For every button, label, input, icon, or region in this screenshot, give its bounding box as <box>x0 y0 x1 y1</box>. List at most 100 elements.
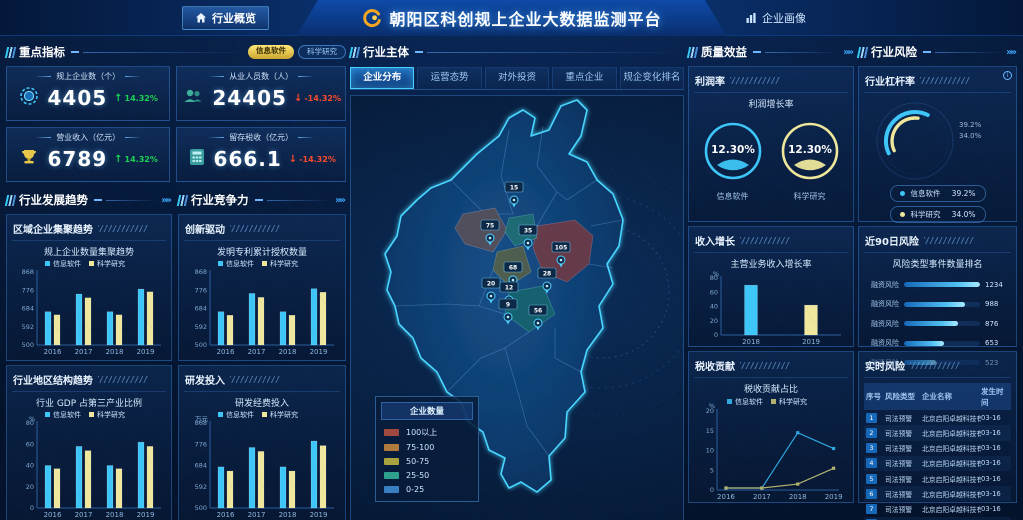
chart-title: 利润增长率 <box>694 97 848 110</box>
gauge-label: 信息软件 <box>702 191 764 202</box>
section-bars-icon <box>5 195 16 206</box>
stat-label: 从业人员数（人） <box>181 71 341 82</box>
svg-text:684: 684 <box>195 462 207 470</box>
company-name: 北京启阳卓越科技有限公司 <box>922 443 981 453</box>
stat-card[interactable]: 从业人员数（人）24405↓-14.32% <box>176 66 346 121</box>
risk-count: 876 <box>985 320 1009 328</box>
legend-label: 100以上 <box>406 427 437 438</box>
quality-column: 质量效益 »» 利润率 利润增长率 12.30%信息软件12.30%科学研究 收… <box>688 42 854 503</box>
info-icon[interactable]: i <box>1003 71 1012 80</box>
trend-competitiveness-row: 行业发展趋势 »» 区域企业集聚趋势 规上企业数量集聚趋势 信息软件科学研究50… <box>6 190 346 520</box>
section-bars-icon <box>857 47 868 58</box>
svg-text:信息软件: 信息软件 <box>53 410 81 419</box>
card-header: 行业杠杆率 <box>864 71 1011 93</box>
risk-type: 司法预警 <box>885 428 922 438</box>
company-name: 北京启阳卓越科技有限公司 <box>922 489 981 499</box>
svg-text:56: 56 <box>534 308 542 315</box>
table-row[interactable]: 1司法预警北京启阳卓越科技有限公司03-16 <box>864 410 1011 425</box>
legend-swatch <box>384 444 399 451</box>
hatch-decoration <box>730 77 780 84</box>
table-row[interactable]: 6司法预警北京启阳卓越科技有限公司03-16 <box>864 486 1011 501</box>
risk-type: 司法预警 <box>885 474 922 484</box>
title-line <box>935 52 1002 53</box>
svg-text:2016: 2016 <box>717 493 735 501</box>
subject-tabs: 企业分布运营态势对外投资重点企业规企变化排名 <box>350 67 684 90</box>
occur-time: 03-16 <box>981 490 1009 498</box>
company-name: 北京启阳卓越科技有限公司 <box>922 504 981 514</box>
svg-text:2019: 2019 <box>137 348 155 356</box>
more-chevrons-icon[interactable]: »» <box>1006 47 1017 58</box>
risk90-card: 近90日风险 风险类型事件数量排名 融资风险1234融资风险988融资风险876… <box>858 226 1017 347</box>
occur-time: 03-16 <box>981 429 1009 437</box>
tab-企业分布[interactable]: 企业分布 <box>350 67 414 89</box>
region-structure-card: 行业地区结构趋势 行业 GDP 占第三产业比例 信息软件科学研究02040608… <box>6 365 172 520</box>
svg-text:684: 684 <box>195 305 207 313</box>
svg-text:20: 20 <box>26 483 34 491</box>
card-name: 实时风险 <box>865 358 905 373</box>
legend-value: 34.0% <box>952 210 976 219</box>
svg-text:信息软件: 信息软件 <box>226 259 254 268</box>
filter-tag-active[interactable]: 信息软件 <box>248 45 294 59</box>
home-icon <box>195 12 207 24</box>
svg-text:2019: 2019 <box>802 338 820 346</box>
profit-gauge-信息软件: 12.30%信息软件 <box>702 120 764 202</box>
title-dash <box>71 51 79 53</box>
gauge-label: 科学研究 <box>779 191 841 202</box>
table-row[interactable]: 7司法预警北京启阳卓越科技有限公司03-16 <box>864 501 1011 516</box>
svg-text:0: 0 <box>30 504 34 512</box>
svg-text:科学研究: 科学研究 <box>97 410 125 419</box>
card-header: 利润率 <box>694 71 848 93</box>
svg-text:0: 0 <box>714 331 718 339</box>
trend-down-indicator: ↓-14.32% <box>289 154 336 165</box>
svg-text:2018: 2018 <box>279 511 297 519</box>
section-bars-icon <box>177 195 188 206</box>
company-name: 北京启阳卓越科技有限公司 <box>922 413 981 423</box>
risk-title: 行业风险 <box>871 44 917 60</box>
svg-text:科学研究: 科学研究 <box>270 259 298 268</box>
card-name: 行业杠杆率 <box>865 73 915 88</box>
income-growth-card: 收入增长 主营业务收入增长率 020406080%20182019 <box>688 226 854 347</box>
more-chevrons-icon[interactable]: »» <box>335 195 346 206</box>
table-row[interactable]: 5司法预警北京启阳卓越科技有限公司03-16 <box>864 471 1011 486</box>
card-name: 创新驱动 <box>185 221 225 236</box>
leverage-card: 行业杠杆率 i 39.2%34.0% 信息软件39.2%科学研究34.0% <box>858 66 1017 222</box>
card-header: 行业地区结构趋势 <box>12 370 166 392</box>
nav-enterprise-portrait[interactable]: 企业画像 <box>733 6 818 30</box>
svg-text:2017: 2017 <box>753 493 771 501</box>
table-row[interactable]: 4司法预警北京启阳卓越科技有限公司03-16 <box>864 456 1011 471</box>
hatch-decoration <box>98 225 148 232</box>
company-name: 北京启阳卓越科技有限公司 <box>922 428 981 438</box>
map-legend-title: 企业数量 <box>381 402 473 420</box>
more-chevrons-icon[interactable]: »» <box>843 47 854 58</box>
svg-text:12.30%: 12.30% <box>788 144 832 156</box>
legend-item: 100以上 <box>381 424 473 440</box>
table-row[interactable]: 2司法预警北京启阳卓越科技有限公司03-16 <box>864 425 1011 440</box>
filter-tag-inactive[interactable]: 科学研究 <box>298 45 346 59</box>
stat-card[interactable]: 营业收入（亿元）6789↑14.32% <box>6 127 170 182</box>
hatch-decoration <box>910 362 960 369</box>
svg-text:15: 15 <box>706 427 714 435</box>
company-name: 北京启阳卓越科技有限公司 <box>922 474 981 484</box>
risk-rank-row: 融资风险876 <box>866 319 1009 329</box>
legend-name: 信息软件 <box>911 188 946 199</box>
card-name: 税收贡献 <box>695 358 735 373</box>
gdp-share-chart: 信息软件科学研究020406080%2016201720182019 <box>12 409 166 520</box>
svg-text:776: 776 <box>195 440 207 448</box>
industry-filter-tags: 信息软件科学研究 <box>248 45 346 59</box>
svg-text:592: 592 <box>195 483 207 491</box>
tab-运营态势[interactable]: 运营态势 <box>417 67 481 89</box>
tab-规企变化排名[interactable]: 规企变化排名 <box>620 67 684 89</box>
stat-card[interactable]: 留存税收（亿元）666.1↓-14.32% <box>176 127 346 182</box>
svg-text:万元: 万元 <box>195 415 209 423</box>
svg-text:信息软件: 信息软件 <box>53 259 81 268</box>
table-row[interactable]: 3司法预警北京启阳卓越科技有限公司03-16 <box>864 441 1011 456</box>
tab-对外投资[interactable]: 对外投资 <box>485 67 549 89</box>
more-chevrons-icon[interactable]: »» <box>161 195 172 206</box>
legend-item: 0-25 <box>381 482 473 496</box>
svg-text:2016: 2016 <box>217 348 235 356</box>
svg-text:2017: 2017 <box>248 348 266 356</box>
stat-card[interactable]: 规上企业数（个）4405↑14.32% <box>6 66 170 121</box>
nav-industry-overview[interactable]: 行业概览 <box>182 6 269 30</box>
tab-重点企业[interactable]: 重点企业 <box>552 67 616 89</box>
table-row[interactable]: 8司法预警北京启阳卓越科技有限公司03-16 <box>864 517 1011 520</box>
